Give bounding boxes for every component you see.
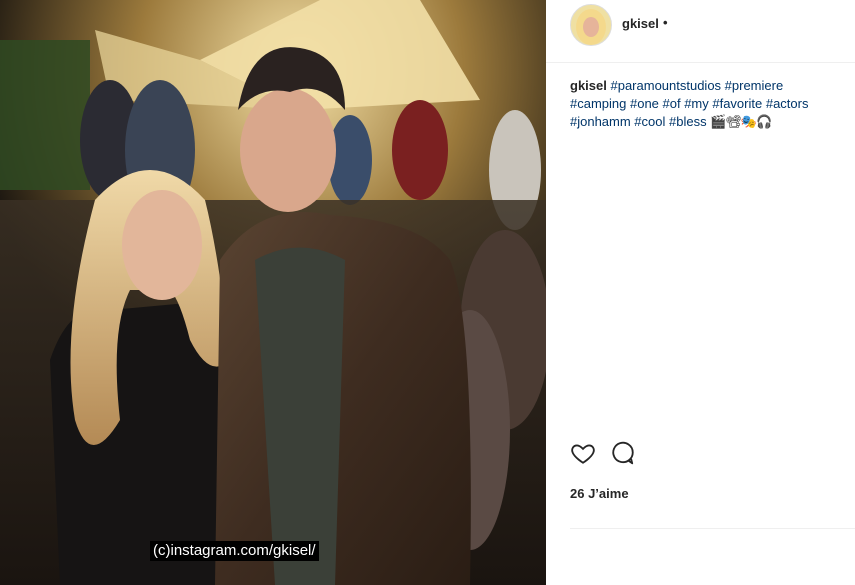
speech-bubble-icon[interactable]	[610, 440, 638, 468]
caption-emoji: 🎬📽🎭🎧	[710, 114, 772, 129]
caption-author[interactable]: gkisel	[570, 78, 607, 93]
divider	[570, 528, 855, 529]
post-caption: gkisel #paramountstudios #premiere #camp…	[570, 77, 840, 131]
header-separator: •	[663, 15, 668, 30]
likes-count[interactable]: 26 J’aime	[570, 486, 629, 501]
post-header: gkisel •	[546, 0, 855, 63]
avatar[interactable]	[570, 4, 612, 46]
post-photo[interactable]: (c)instagram.com/gkisel/	[0, 0, 546, 585]
post-sidebar: gkisel • gkisel #paramountstudios #premi…	[546, 0, 855, 585]
watermark-text: (c)instagram.com/gkisel/	[150, 541, 319, 561]
avatar-image	[571, 5, 611, 45]
header-username[interactable]: gkisel	[622, 16, 659, 31]
photo-illustration	[0, 0, 546, 585]
heart-icon[interactable]	[570, 440, 598, 468]
